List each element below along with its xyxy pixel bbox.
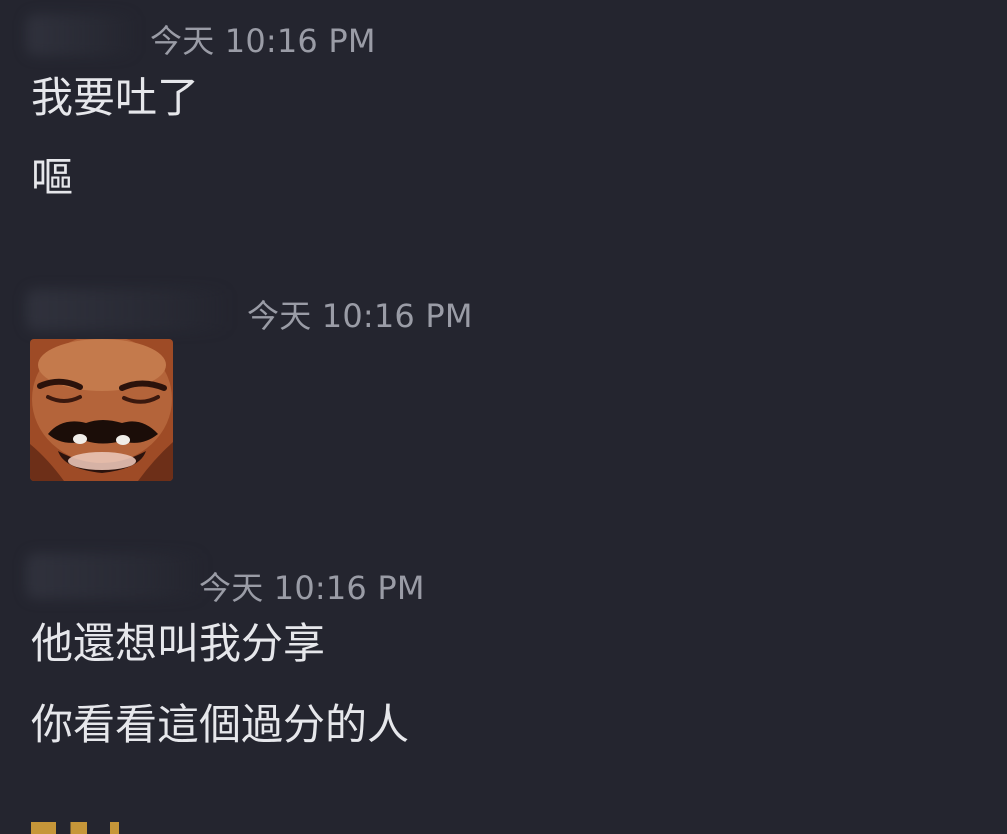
blurred-username-1 [26, 14, 138, 56]
blurred-username-2 [26, 289, 231, 331]
timestamp-2: 今天 10:16 PM [247, 297, 473, 335]
laughing-man-face-icon [30, 339, 173, 481]
blurred-username-3 [26, 553, 206, 599]
message-text[interactable]: 嘔 [31, 157, 73, 199]
message-text[interactable]: 你看看這個過分的人 [31, 704, 409, 746]
partially-visible-next-line [31, 822, 211, 834]
laughing-man-emoji-image[interactable] [30, 339, 173, 481]
timestamp-1: 今天 10:16 PM [150, 22, 376, 60]
chat-log: 今天 10:16 PM 我要吐了 嘔 今天 10:16 PM 今天 10:16 … [0, 0, 1007, 834]
timestamp-3: 今天 10:16 PM [199, 569, 425, 607]
message-text[interactable]: 我要吐了 [31, 77, 199, 119]
message-text[interactable]: 他還想叫我分享 [31, 623, 325, 665]
